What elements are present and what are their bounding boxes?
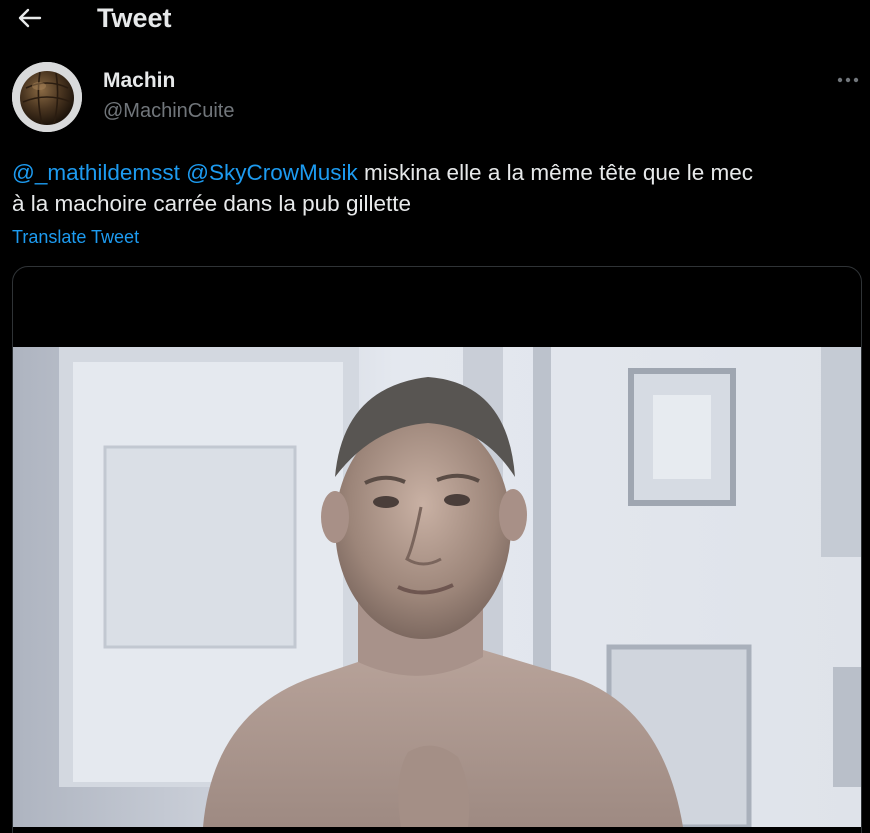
photo-shirtless-man	[13, 347, 861, 827]
page-title: Tweet	[97, 3, 172, 33]
mention-link[interactable]: @_mathildemsst	[12, 160, 180, 185]
mention-link[interactable]: @SkyCrowMusik	[186, 160, 358, 185]
leather-football-avatar	[12, 62, 82, 132]
arrow-left-icon	[18, 8, 42, 28]
tweet-media[interactable]	[12, 266, 862, 833]
top-bar: Tweet	[0, 0, 870, 40]
author-handle[interactable]: @MachinCuite	[103, 98, 234, 124]
tweet-text-line1: miskina elle a la même tête que le mec	[357, 160, 753, 185]
avatar[interactable]	[12, 62, 82, 132]
more-dots-icon	[837, 77, 859, 83]
tweet-text: @_mathildemsst @SkyCrowMusik miskina ell…	[12, 157, 867, 219]
more-options-button[interactable]	[834, 68, 862, 92]
translate-tweet-link[interactable]: Translate Tweet	[12, 225, 139, 249]
tweet-text-line2: à la machoire carrée dans la pub gillett…	[12, 191, 411, 216]
back-button[interactable]	[13, 2, 45, 34]
author-display-name[interactable]: Machin	[103, 68, 175, 94]
